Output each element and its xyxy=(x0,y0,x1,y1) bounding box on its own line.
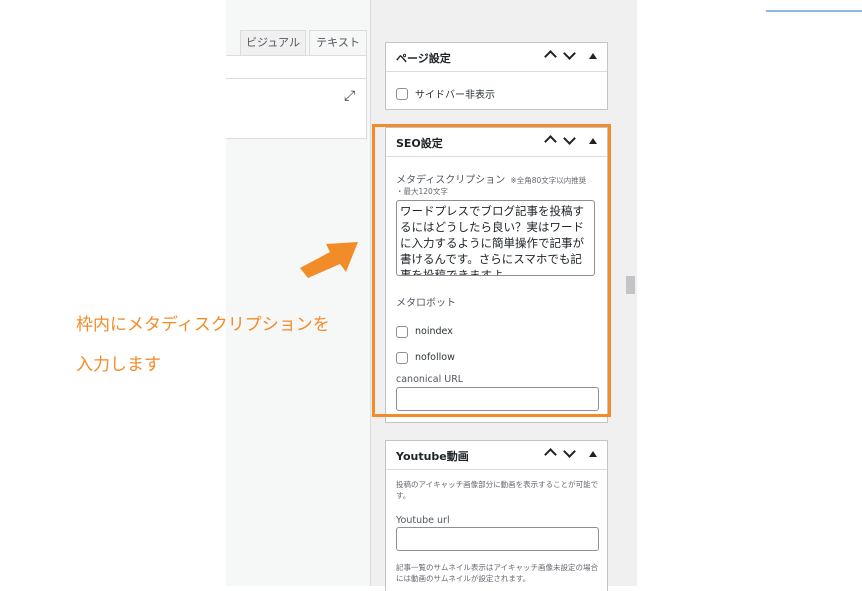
editor-toolbar-box: ⤢ xyxy=(226,55,367,139)
tab-text[interactable]: テキスト xyxy=(309,30,367,55)
collapse-triangle-icon[interactable] xyxy=(589,52,597,61)
chevron-down-icon[interactable] xyxy=(563,445,576,459)
sidebar-hide-row: サイドバー非表示 xyxy=(396,83,495,102)
chevron-down-icon[interactable] xyxy=(563,47,576,61)
annotation-line-1: 枠内にメタディスクリプションを xyxy=(76,315,330,335)
panel-title: Youtube動画 xyxy=(396,450,469,463)
panel-header: Youtube動画 xyxy=(386,441,607,470)
collapse-triangle-icon[interactable] xyxy=(589,450,597,459)
youtube-description: 投稿のアイキャッチ画像部分に動画を表示することが可能です。 xyxy=(396,480,599,500)
editor-area: ビジュアル テキスト ⤢ xyxy=(226,0,370,586)
editor-tabs: ビジュアル テキスト xyxy=(226,30,370,56)
youtube-url-input[interactable] xyxy=(396,527,599,551)
highlight-frame xyxy=(372,124,611,417)
fullscreen-icon[interactable]: ⤢ xyxy=(344,88,355,104)
pointer-arrow-icon xyxy=(300,242,358,278)
link-underline xyxy=(766,10,862,12)
scrollbar-thumb[interactable] xyxy=(626,276,635,294)
sidebar-hide-label: サイドバー非表示 xyxy=(415,90,495,101)
panel-title: ページ設定 xyxy=(396,52,451,65)
youtube-thumbnail-note: 記事一覧のサムネイル表示はアイキャッチ画像未設定の場合には動画のサムネイルが設定… xyxy=(396,563,598,583)
sidebar-hide-checkbox[interactable] xyxy=(396,87,408,100)
chevron-up-icon[interactable] xyxy=(544,446,557,462)
tab-visual[interactable]: ビジュアル xyxy=(240,30,306,55)
panel-header: ページ設定 xyxy=(386,43,607,72)
toolbar-divider xyxy=(226,78,366,79)
youtube-panel: Youtube動画 投稿のアイキャッチ画像部分に動画を表示することが可能です。 … xyxy=(385,440,608,591)
chevron-up-icon[interactable] xyxy=(544,48,557,64)
annotation-line-2: 入力します xyxy=(76,355,161,375)
background-left xyxy=(0,0,226,586)
youtube-url-label: Youtube url xyxy=(396,515,450,526)
page-settings-panel: ページ設定 サイドバー非表示 xyxy=(385,42,608,110)
